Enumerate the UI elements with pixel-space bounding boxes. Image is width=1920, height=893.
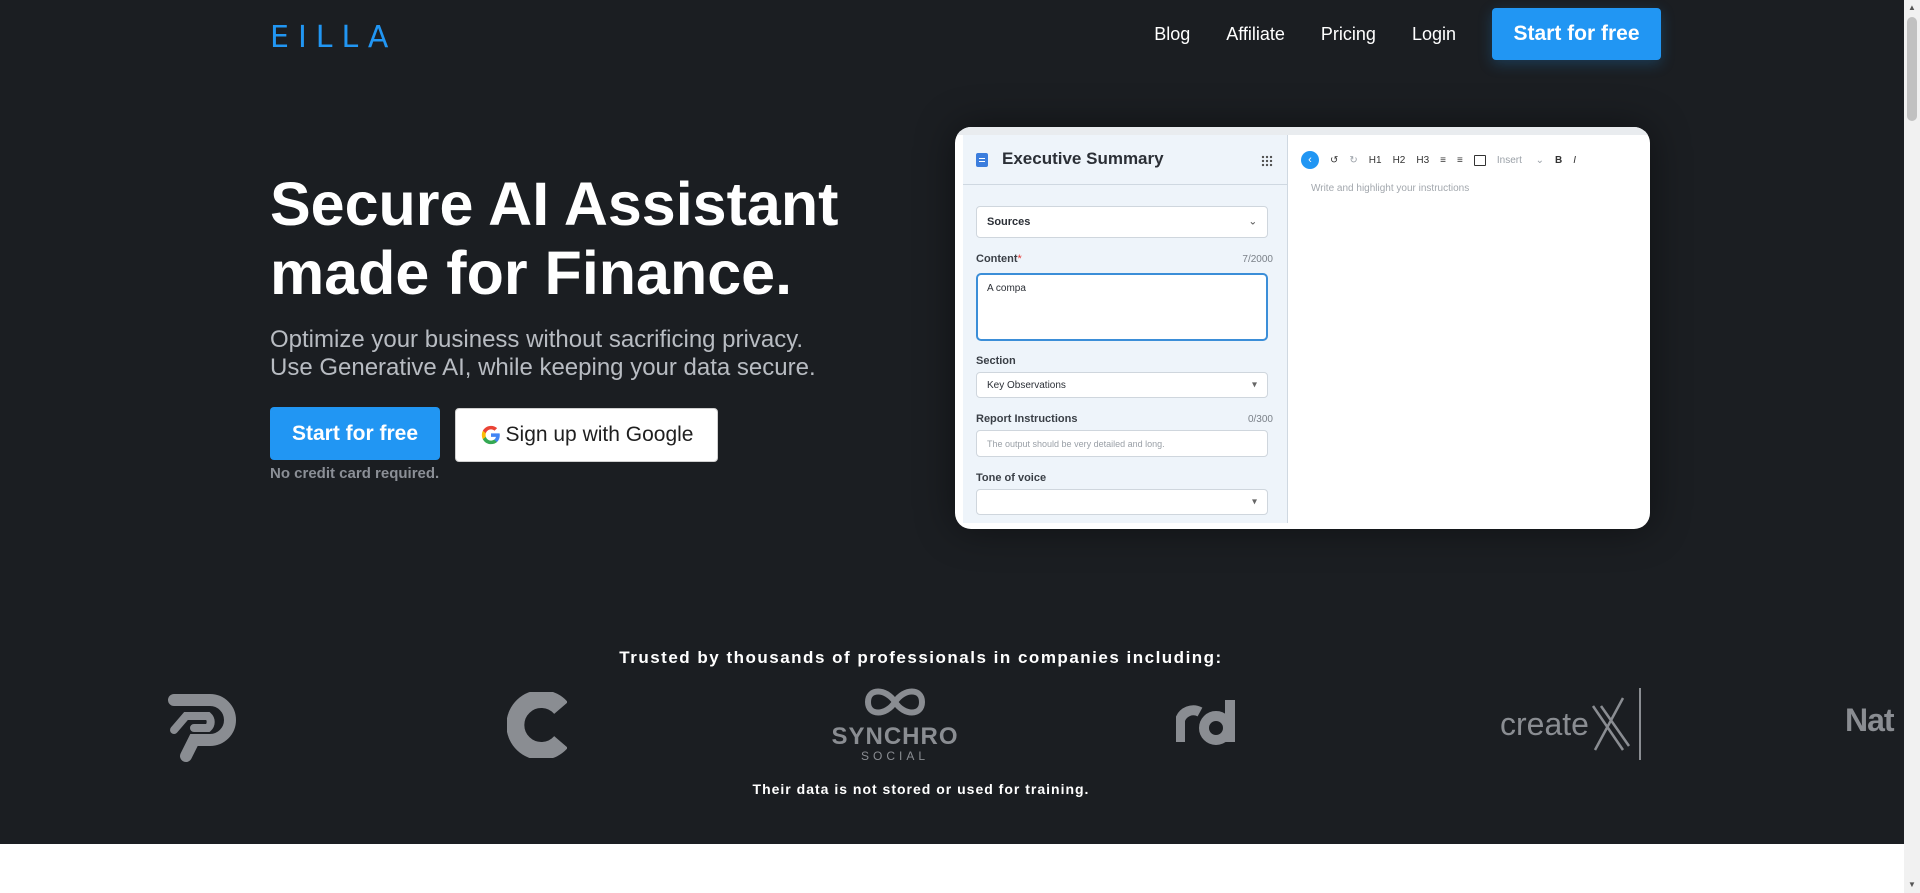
numbered-list-icon[interactable]: ≡ bbox=[1457, 155, 1463, 166]
social-wordmark: SOCIAL bbox=[860, 749, 929, 763]
divider bbox=[1638, 688, 1641, 760]
scroll-down-icon[interactable]: ▼ bbox=[1904, 877, 1920, 893]
createx-wordmark: create bbox=[1500, 705, 1589, 742]
x-mark-icon bbox=[1591, 697, 1630, 751]
image-icon[interactable] bbox=[1473, 154, 1486, 166]
no-credit-card-note: No credit card required. bbox=[270, 465, 440, 482]
google-signup-button[interactable]: Sign up with Google bbox=[455, 408, 718, 462]
insert-label: Insert bbox=[1496, 154, 1522, 166]
sources-label: Sources bbox=[987, 216, 1031, 228]
headline-line-2: made for Finance. bbox=[270, 239, 793, 307]
preview-topbar bbox=[955, 127, 1650, 135]
required-marker: * bbox=[1017, 253, 1022, 265]
scroll-thumb[interactable] bbox=[1907, 17, 1917, 121]
google-button-label: Sign up with Google bbox=[505, 423, 694, 446]
company-logo-p bbox=[168, 694, 236, 762]
page: EILLA Blog Affiliate Pricing Login Start… bbox=[0, 0, 1904, 893]
company-logo-synchro-social: SYNCHRO SOCIAL bbox=[830, 684, 960, 763]
editor-toolbar: ‹ ↺ ↻ H1 H2 H3 ≡ ≡ Insert ⌄ B I bbox=[1301, 151, 1587, 169]
section-select[interactable]: Key Observations ▾ bbox=[976, 372, 1268, 398]
hero-subheading: Optimize your business without sacrifici… bbox=[270, 326, 890, 382]
nav-link-affiliate[interactable]: Affiliate bbox=[1226, 24, 1285, 45]
google-icon bbox=[481, 425, 500, 445]
report-instructions-input[interactable]: The output should be very detailed and l… bbox=[976, 430, 1268, 457]
grid-icon[interactable] bbox=[1261, 155, 1273, 167]
product-preview-card: Executive Summary Sources ⌄ Content* 7/2… bbox=[955, 127, 1650, 529]
undo-icon[interactable]: ↺ bbox=[1330, 155, 1338, 166]
content-label-text: Content bbox=[976, 253, 1018, 265]
heading3-button[interactable]: H3 bbox=[1416, 155, 1429, 166]
report-instructions-label: Report Instructions bbox=[976, 413, 1078, 425]
subhead-line-2: Use Generative AI, while keeping your da… bbox=[270, 354, 816, 381]
bullet-list-icon[interactable]: ≡ bbox=[1440, 155, 1446, 166]
content-label: Content* bbox=[976, 253, 1022, 265]
subhead-line-1: Optimize your business without sacrifici… bbox=[270, 326, 804, 353]
sources-select[interactable]: Sources ⌄ bbox=[976, 206, 1268, 238]
report-placeholder: The output should be very detailed and l… bbox=[987, 438, 1165, 449]
scroll-up-icon[interactable]: ▲ bbox=[1904, 0, 1920, 16]
hero-section: EILLA Blog Affiliate Pricing Login Start… bbox=[0, 0, 1904, 844]
tone-of-voice-select[interactable]: ▾ bbox=[976, 489, 1268, 515]
hero-headline: Secure AI Assistant made for Finance. bbox=[270, 170, 870, 308]
redo-icon[interactable]: ↻ bbox=[1349, 155, 1357, 166]
company-logo-c bbox=[507, 692, 567, 758]
report-char-count: 0/300 bbox=[1247, 414, 1273, 425]
heading2-button[interactable]: H2 bbox=[1393, 155, 1406, 166]
chevron-down-icon: ⌄ bbox=[1248, 216, 1257, 228]
hero-start-free-button[interactable]: Start for free bbox=[270, 407, 440, 460]
preview-settings-panel: Executive Summary Sources ⌄ Content* 7/2… bbox=[963, 135, 1288, 523]
back-icon[interactable]: ‹ bbox=[1301, 151, 1319, 169]
company-logo-rd bbox=[1176, 700, 1235, 745]
nav-link-login[interactable]: Login bbox=[1412, 24, 1456, 45]
infinity-icon bbox=[864, 688, 926, 716]
trusted-heading: Trusted by thousands of professionals in… bbox=[619, 648, 1223, 667]
section-value: Key Observations bbox=[987, 379, 1066, 391]
top-nav: Blog Affiliate Pricing Login Start for f… bbox=[1154, 8, 1661, 60]
company-logo-createx: create bbox=[1500, 688, 1641, 760]
synchro-wordmark: SYNCHRO bbox=[831, 723, 959, 750]
nav-link-pricing[interactable]: Pricing bbox=[1321, 24, 1376, 45]
headline-line-1: Secure AI Assistant bbox=[270, 170, 839, 238]
insert-dropdown[interactable]: Insert ⌄ bbox=[1497, 155, 1544, 166]
document-icon bbox=[976, 153, 988, 167]
header-start-free-button[interactable]: Start for free bbox=[1492, 8, 1661, 60]
preview-title-row: Executive Summary bbox=[963, 135, 1287, 185]
tone-of-voice-label: Tone of voice bbox=[976, 472, 1047, 484]
caret-down-icon: ▾ bbox=[1251, 496, 1257, 508]
preview-title: Executive Summary bbox=[1002, 149, 1164, 168]
editor-placeholder[interactable]: Write and highlight your instructions bbox=[1311, 183, 1469, 194]
bold-button[interactable]: B bbox=[1555, 155, 1562, 166]
italic-button[interactable]: I bbox=[1573, 155, 1576, 166]
data-disclaimer: Their data is not stored or used for tra… bbox=[752, 781, 1090, 797]
heading1-button[interactable]: H1 bbox=[1369, 155, 1382, 166]
caret-down-icon: ▾ bbox=[1251, 379, 1257, 391]
content-char-count: 7/2000 bbox=[1242, 254, 1273, 265]
vertical-scrollbar[interactable]: ▲ ▼ bbox=[1904, 0, 1920, 893]
company-logo-nat: Nat bbox=[1845, 702, 1895, 738]
company-logos: SYNCHRO SOCIAL create Nat bbox=[0, 680, 1904, 770]
nav-link-blog[interactable]: Blog bbox=[1154, 24, 1190, 45]
section-label: Section bbox=[976, 355, 1016, 367]
brand-logo[interactable]: EILLA bbox=[270, 20, 397, 55]
content-textarea[interactable]: A compa bbox=[976, 273, 1268, 341]
